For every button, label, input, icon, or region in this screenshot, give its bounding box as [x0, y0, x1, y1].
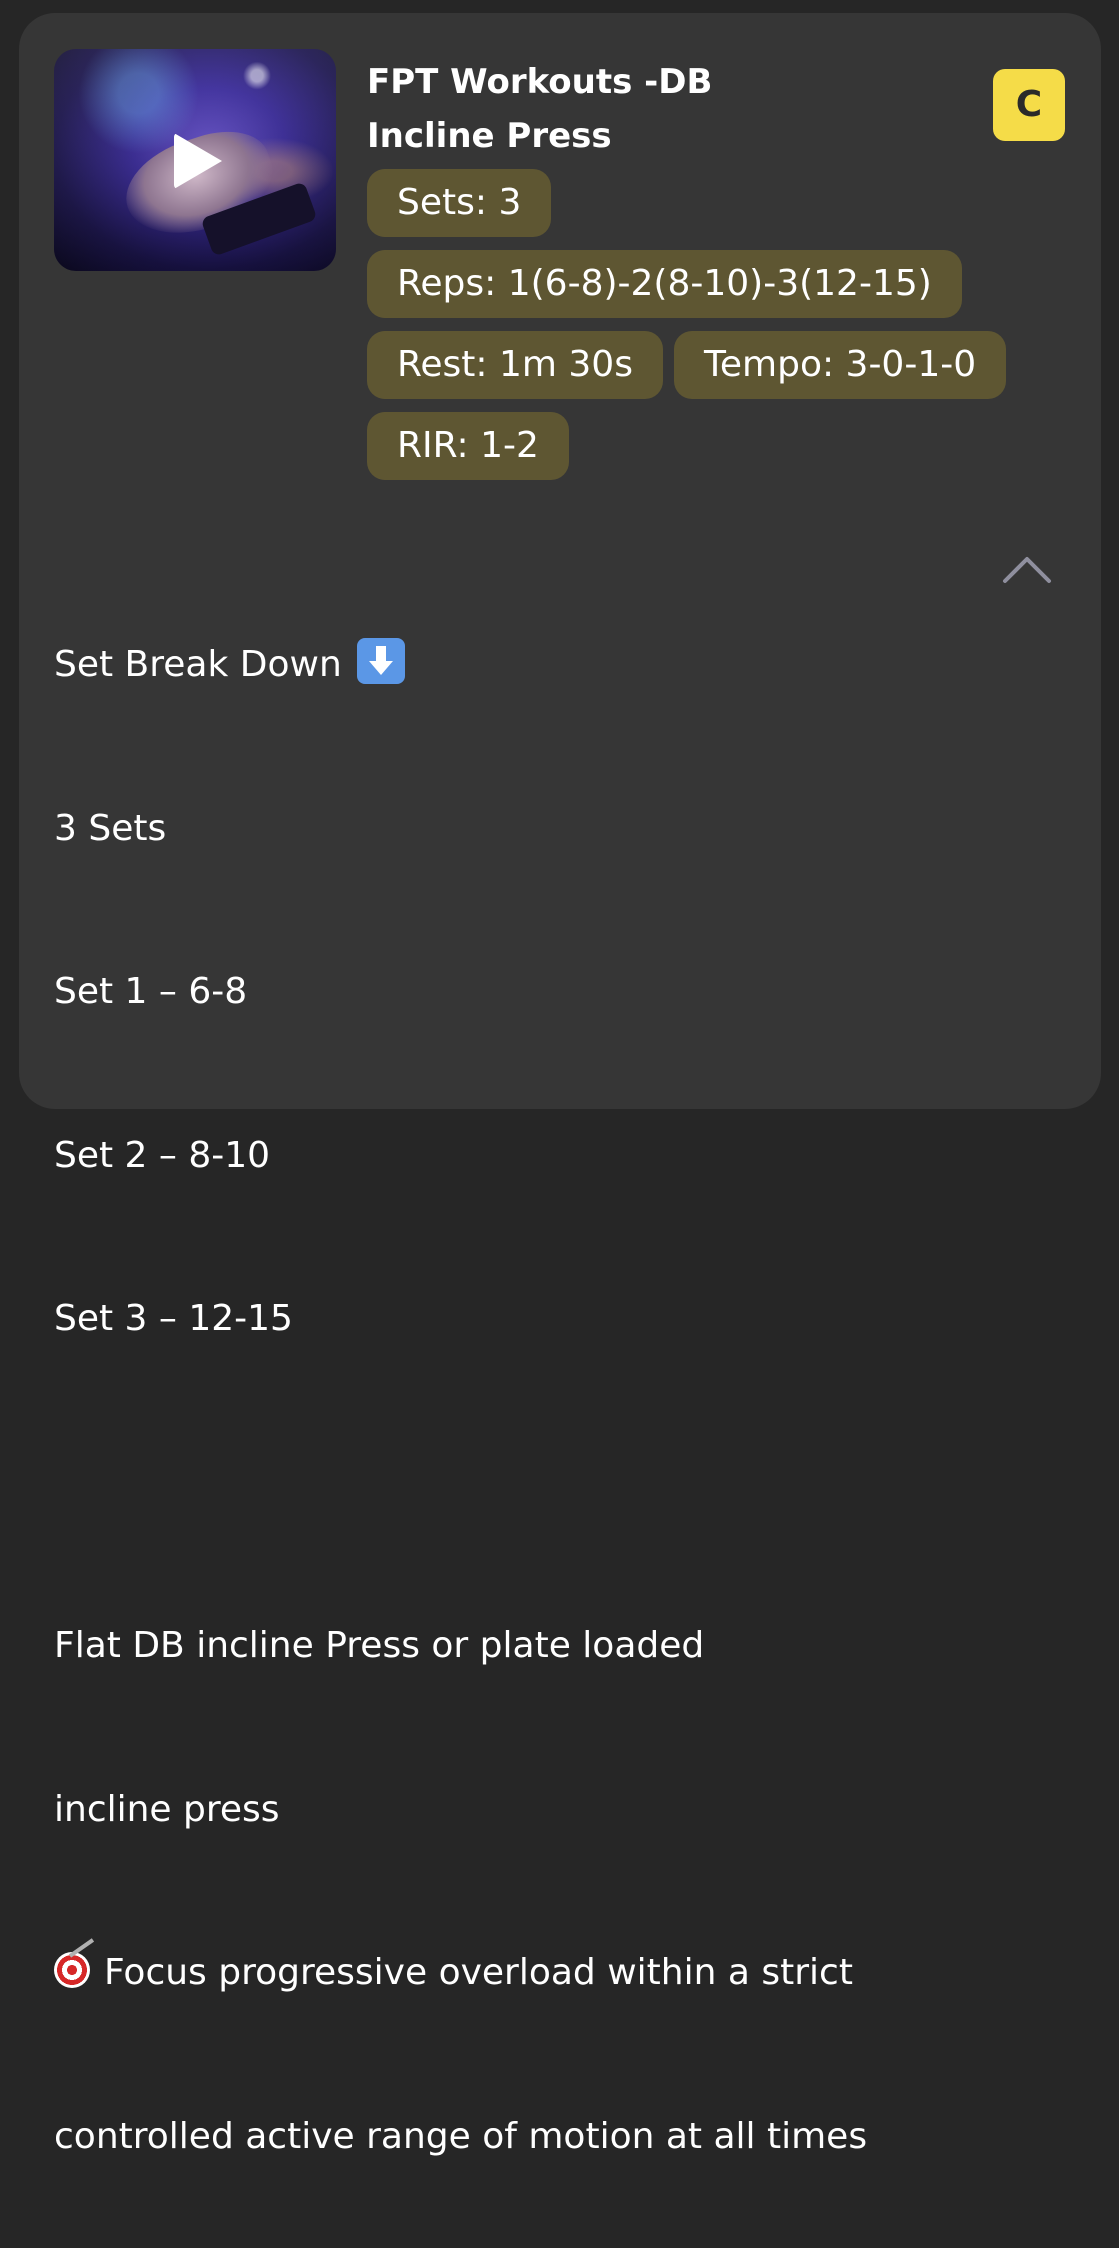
description-line: Flat DB incline Press or plate loaded [54, 1625, 705, 1666]
description-blank-line [54, 1456, 974, 1511]
description-focus-text: Focus progressive overload within a stri… [104, 1952, 853, 1993]
description-focus-line: Focus progressive overload within a stri… [54, 1946, 974, 2001]
exercise-card: FPT Workouts -DB Incline Press C Sets: 3… [19, 13, 1101, 2157]
description-heading-text: Set Break Down [54, 644, 342, 685]
exercise-title: FPT Workouts -DB Incline Press [367, 55, 927, 163]
description-line: Set 2 – 8-10 [54, 1134, 271, 1176]
exercise-description: Set Break Down 3 Sets Set 1 – 6-8 Set 2 … [54, 529, 974, 2248]
description-line: Set 3 – 12-15 [54, 1298, 293, 1339]
description-line: Set 1 – 6-8 [54, 971, 248, 1012]
direct-hit-target-icon [54, 1952, 90, 1988]
rest-pill: Rest: 1m 30s [367, 331, 663, 399]
description-line: incline press [54, 1788, 280, 1830]
exercise-title-line-1: FPT Workouts -DB [367, 62, 713, 102]
rir-pill: RIR: 1-2 [367, 412, 569, 480]
grade-badge: C [993, 69, 1065, 141]
sets-pill: Sets: 3 [367, 169, 552, 237]
description-heading: Set Break Down [54, 638, 974, 693]
play-icon[interactable] [174, 133, 222, 189]
exercise-title-line-2: Incline Press [367, 116, 612, 156]
tempo-pill: Tempo: 3-0-1-0 [674, 331, 1007, 399]
chevron-up-icon[interactable] [1001, 553, 1053, 585]
reps-pill: Reps: 1(6-8)-2(8-10)-3(12-15) [367, 250, 962, 318]
exercise-video-thumbnail[interactable] [54, 49, 336, 271]
down-arrow-emoji-icon [357, 638, 406, 684]
description-line: controlled active range of motion at all… [54, 2115, 868, 2157]
description-line: 3 Sets [54, 807, 167, 849]
